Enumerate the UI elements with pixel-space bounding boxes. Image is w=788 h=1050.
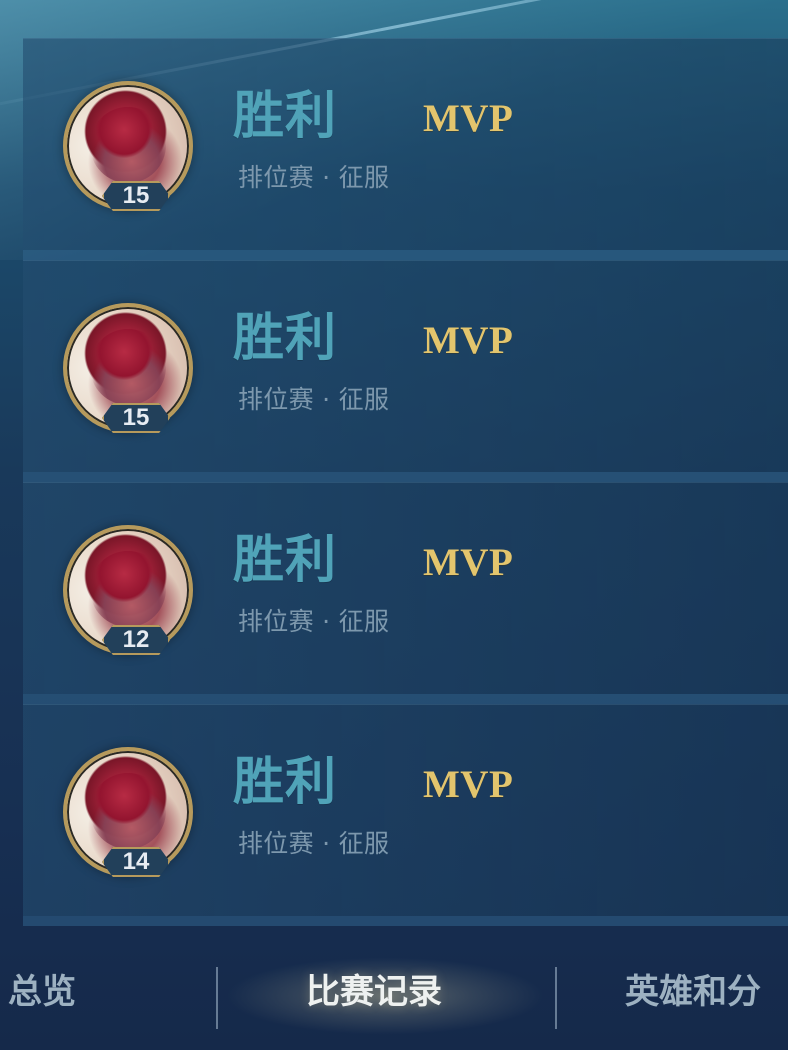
match-mode: 排位赛 · 征服 xyxy=(238,385,390,414)
match-mode: 排位赛 · 征服 xyxy=(238,607,390,636)
hero-level-badge: 15 xyxy=(102,181,170,211)
tab-overview[interactable]: 总览 xyxy=(8,965,76,1019)
hero-avatar: 15 xyxy=(63,303,193,433)
match-history-list: 15 胜利 MVP 排位赛 · 征服 15 胜利 MVP 排位赛 · 征服 12… xyxy=(23,38,788,926)
hero-level-badge: 14 xyxy=(102,847,170,877)
hero-level-badge: 15 xyxy=(102,403,170,433)
mvp-badge: MVP xyxy=(423,319,514,362)
hero-level-badge: 12 xyxy=(102,625,170,655)
match-row[interactable]: 15 胜利 MVP 排位赛 · 征服 xyxy=(23,38,788,260)
bottom-tab-bar: 总览 比赛记录 英雄和分 xyxy=(0,945,788,1050)
hero-portrait-icon xyxy=(90,107,166,183)
hero-portrait-icon xyxy=(90,773,166,849)
match-result: 胜利 xyxy=(233,87,338,146)
tab-divider xyxy=(216,967,218,1029)
match-result: 胜利 xyxy=(233,753,338,812)
hero-portrait-icon xyxy=(90,329,166,405)
tab-divider xyxy=(555,967,557,1029)
match-result: 胜利 xyxy=(233,309,338,368)
hero-avatar: 14 xyxy=(63,747,193,877)
tab-match-history[interactable]: 比赛记录 xyxy=(306,965,442,1019)
match-mode: 排位赛 · 征服 xyxy=(238,163,390,192)
mvp-badge: MVP xyxy=(423,763,514,806)
mvp-badge: MVP xyxy=(423,97,514,140)
hero-portrait-icon xyxy=(90,551,166,627)
hero-avatar: 15 xyxy=(63,81,193,211)
match-mode: 排位赛 · 征服 xyxy=(238,829,390,858)
match-row[interactable]: 12 胜利 MVP 排位赛 · 征服 xyxy=(23,482,788,704)
mvp-badge: MVP xyxy=(423,541,514,584)
hero-avatar: 12 xyxy=(63,525,193,655)
tab-heroes[interactable]: 英雄和分 xyxy=(625,965,788,1019)
match-result: 胜利 xyxy=(233,531,338,590)
match-row[interactable]: 15 胜利 MVP 排位赛 · 征服 xyxy=(23,260,788,482)
match-row[interactable]: 14 胜利 MVP 排位赛 · 征服 xyxy=(23,704,788,926)
